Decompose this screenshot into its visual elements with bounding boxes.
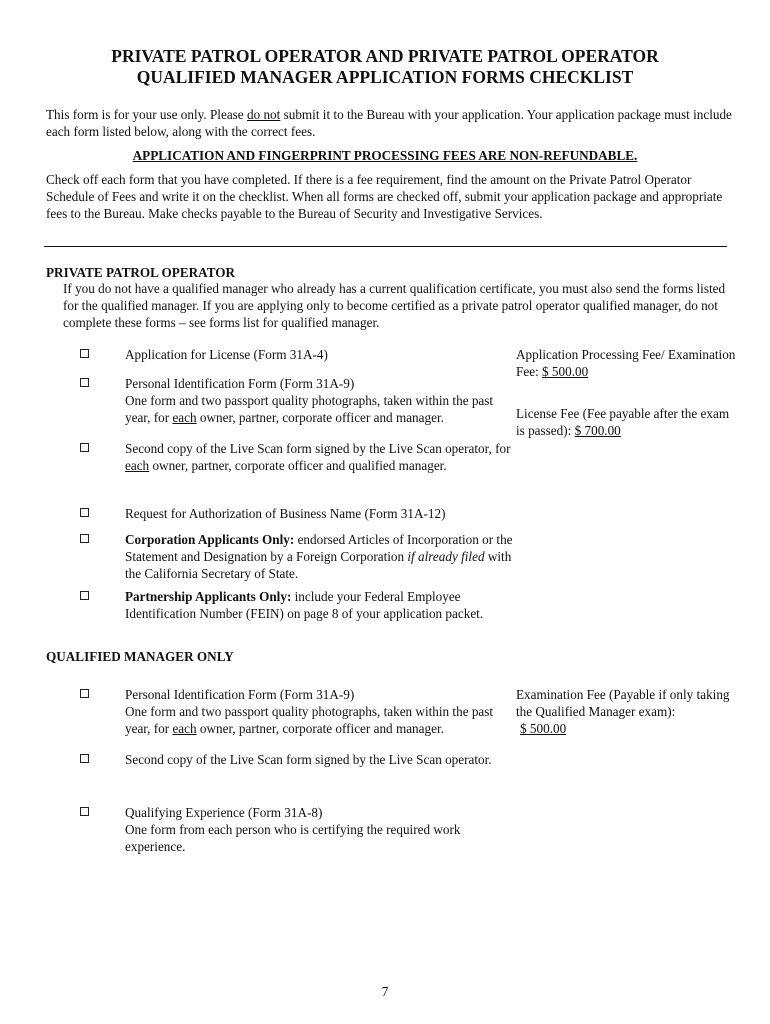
page-number: 7 bbox=[381, 984, 389, 999]
item-title: Personal Identification Form (Form 31A-9… bbox=[125, 376, 355, 391]
item-emphasis: each bbox=[172, 721, 197, 736]
item-emphasis: each bbox=[172, 410, 197, 425]
item-italic: if already filed bbox=[407, 549, 485, 564]
item-text: Application for License (Form 31A-4) bbox=[125, 347, 328, 362]
item-text: Request for Authorization of Business Na… bbox=[125, 506, 446, 521]
intro-text: This form is for your use only. Please bbox=[46, 107, 247, 122]
fee-note: Examination Fee (Payable if only taking … bbox=[516, 686, 731, 737]
fee-amount: $ 500.00 bbox=[542, 364, 589, 379]
item-desc: Second copy of the Live Scan form signed… bbox=[125, 441, 511, 456]
item-desc: One form from each person who is certify… bbox=[125, 822, 461, 854]
checkbox[interactable] bbox=[80, 689, 89, 698]
item-text: Second copy of the Live Scan form signed… bbox=[125, 752, 492, 767]
divider bbox=[44, 246, 727, 247]
checkbox[interactable] bbox=[80, 508, 89, 517]
item-bold-label: Partnership Applicants Only: bbox=[125, 589, 292, 604]
fees-warning: APPLICATION AND FINGERPRINT PROCESSING F… bbox=[132, 148, 638, 163]
item-bold-label: Corporation Applicants Only: bbox=[125, 532, 295, 547]
checkbox[interactable] bbox=[80, 443, 89, 452]
fee-note: Application Processing Fee/ Examination … bbox=[516, 346, 736, 380]
item-title: Qualifying Experience (Form 31A-8) bbox=[125, 805, 323, 820]
item-text: Personal Identification Form (Form 31A-9… bbox=[125, 375, 515, 426]
title-line-1: PRIVATE PATROL OPERATOR AND PRIVATE PATR… bbox=[111, 46, 659, 66]
item-emphasis: each bbox=[125, 458, 150, 473]
checkbox[interactable] bbox=[80, 591, 89, 600]
instructions-paragraph: Check off each form that you have comple… bbox=[46, 172, 723, 221]
ppo-heading: PRIVATE PATROL OPERATOR bbox=[46, 265, 236, 280]
qm-heading: QUALIFIED MANAGER ONLY bbox=[46, 649, 234, 664]
item-desc-2: owner, partner, corporate officer and qu… bbox=[149, 458, 447, 473]
fee-note: License Fee (Fee payable after the exam … bbox=[516, 405, 736, 439]
title-line-2: QUALIFIED MANAGER APPLICATION FORMS CHEC… bbox=[136, 67, 634, 87]
intro-emphasis: do not bbox=[246, 107, 281, 122]
checkbox[interactable] bbox=[80, 807, 89, 816]
item-title: Personal Identification Form (Form 31A-9… bbox=[125, 687, 355, 702]
item-text: Second copy of the Live Scan form signed… bbox=[125, 440, 515, 474]
ppo-note: If you do not have a qualified manager w… bbox=[63, 281, 726, 330]
fee-amount: $ 500.00 bbox=[520, 721, 567, 736]
page-title: PRIVATE PATROL OPERATOR AND PRIVATE PATR… bbox=[0, 46, 770, 88]
checkbox[interactable] bbox=[80, 754, 89, 763]
fee-label: License Fee (Fee payable after the exam … bbox=[516, 406, 730, 438]
fee-amount: $ 700.00 bbox=[574, 423, 621, 438]
checkbox[interactable] bbox=[80, 378, 89, 387]
item-text: Corporation Applicants Only: endorsed Ar… bbox=[125, 531, 515, 582]
item-text: Personal Identification Form (Form 31A-9… bbox=[125, 686, 515, 737]
checkbox[interactable] bbox=[80, 534, 89, 543]
item-text: Partnership Applicants Only: include you… bbox=[125, 588, 525, 622]
intro-paragraph: This form is for your use only. Please d… bbox=[46, 106, 736, 140]
fee-label: Examination Fee (Payable if only taking … bbox=[516, 687, 730, 719]
item-desc-2: owner, partner, corporate officer and ma… bbox=[196, 410, 444, 425]
item-text: Qualifying Experience (Form 31A-8) One f… bbox=[125, 804, 515, 855]
item-desc-2: owner, partner, corporate officer and ma… bbox=[196, 721, 444, 736]
checkbox[interactable] bbox=[80, 349, 89, 358]
